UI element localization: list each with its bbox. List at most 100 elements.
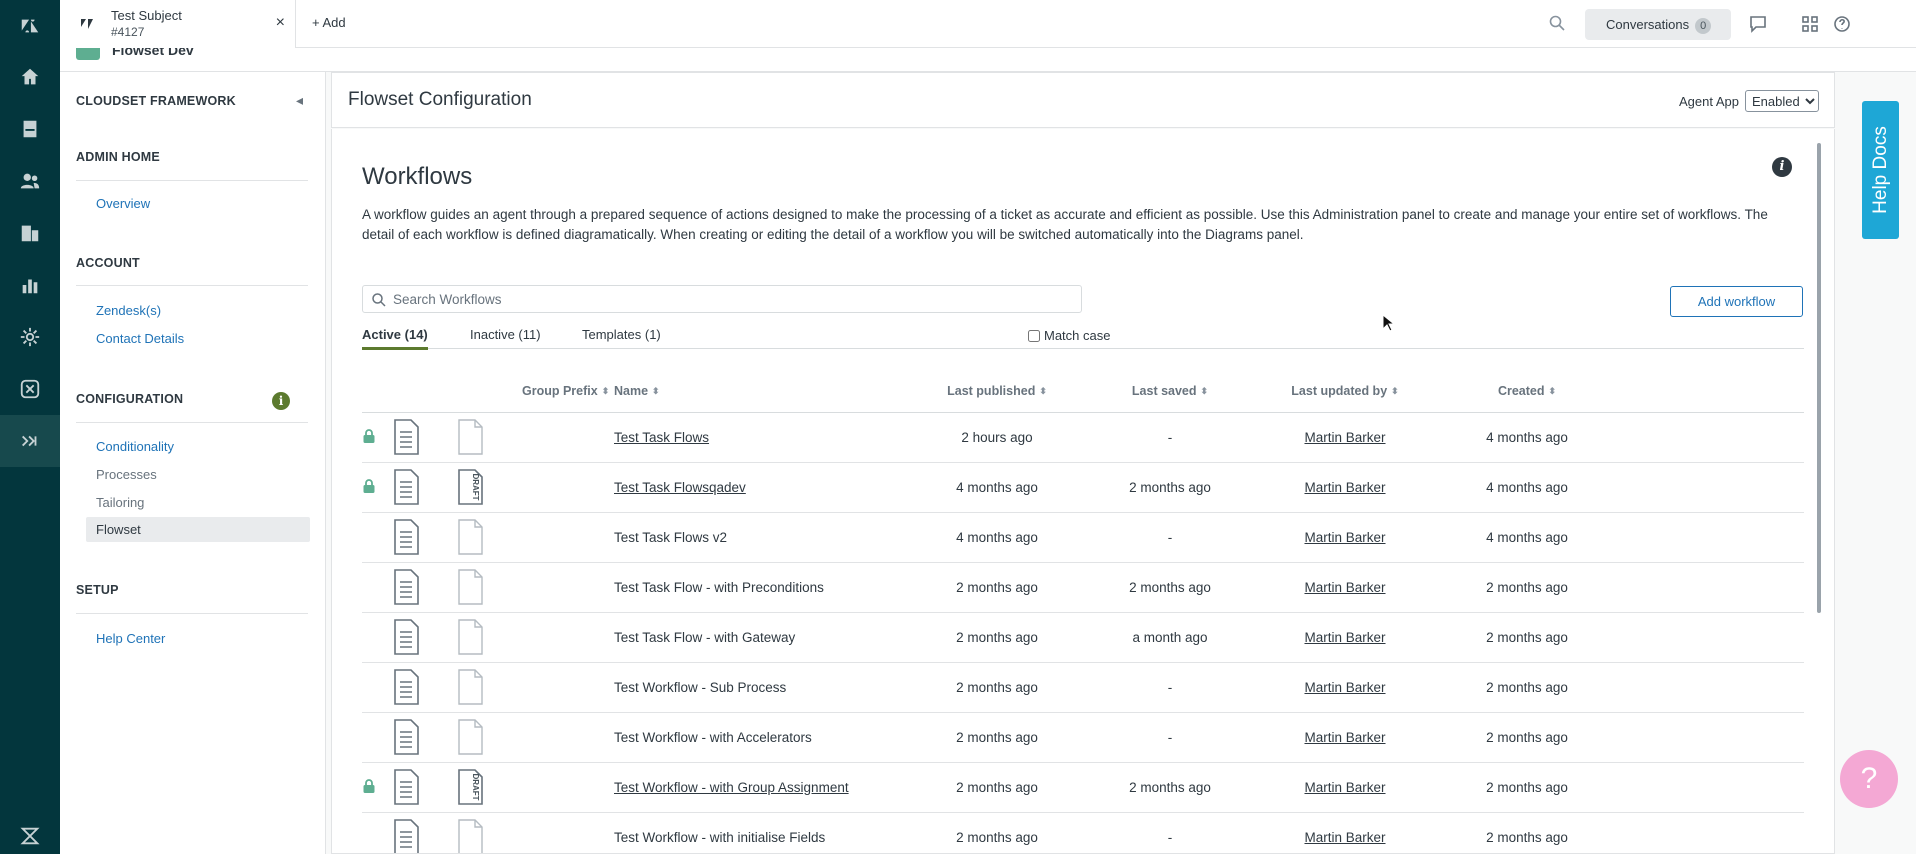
workflow-name[interactable]: Test Task Flowsqadev	[614, 480, 746, 495]
sidebar-item-tailoring[interactable]: Tailoring	[96, 495, 144, 510]
updated-by-link[interactable]: Martin Barker	[1304, 430, 1385, 445]
sidebar-item-help-center[interactable]: Help Center	[96, 631, 165, 646]
workflow-doc-icon[interactable]	[392, 712, 456, 763]
table-row[interactable]: Test Task Flows v2 4 months ago - Martin Ba…	[362, 512, 1804, 563]
agent-app-select[interactable]: Enabled	[1745, 90, 1819, 112]
workflow-doc-icon[interactable]	[392, 812, 456, 853]
updated-by-link[interactable]: Martin Barker	[1304, 680, 1385, 695]
home-icon[interactable]	[0, 51, 60, 103]
updated-by-link[interactable]: Martin Barker	[1304, 830, 1385, 845]
tab-templates[interactable]: Templates (1)	[582, 327, 661, 349]
column-last-published[interactable]: Last published ⬍	[904, 371, 1090, 413]
updated-by-link[interactable]: Martin Barker	[1304, 480, 1385, 495]
table-row[interactable]: Test Task Flow - with Gateway 2 months ag…	[362, 612, 1804, 663]
workflow-doc-icon[interactable]	[392, 612, 456, 663]
draft-doc-icon[interactable]: DRAFT	[456, 462, 522, 513]
help-button[interactable]: ?	[1840, 750, 1898, 808]
add-tab-button[interactable]: + Add	[312, 15, 346, 30]
draft-doc-icon[interactable]: DRAFT	[456, 762, 522, 813]
workflow-doc-icon[interactable]	[392, 512, 456, 563]
column-last-saved[interactable]: Last saved ⬍	[1090, 371, 1250, 413]
configuration-info-icon[interactable]: i	[272, 392, 290, 410]
sidebar-heading-setup: SETUP	[76, 583, 119, 597]
last-saved-cell: 2 months ago	[1090, 562, 1250, 613]
sidebar-item-zendesks[interactable]: Zendesk(s)	[96, 303, 161, 318]
column-group-prefix[interactable]: Group Prefix ⬍	[522, 371, 614, 413]
workflow-name[interactable]: Test Task Flow - with Preconditions	[614, 580, 824, 595]
apps-x-icon[interactable]	[0, 363, 60, 415]
customers-icon[interactable]	[0, 155, 60, 207]
apps-grid-icon[interactable]	[1798, 12, 1822, 36]
chat-icon[interactable]	[1746, 12, 1770, 36]
close-tab-icon[interactable]: ×	[276, 14, 285, 32]
column-created[interactable]: Created ⬍	[1440, 371, 1614, 413]
workflow-name-cell: Test Workflow - Sub Process	[614, 662, 904, 713]
workflow-name[interactable]: Test Task Flow - with Gateway	[614, 630, 795, 645]
workflow-name[interactable]: Test Workflow - with Accelerators	[614, 730, 812, 745]
updated-by-link[interactable]: Martin Barker	[1304, 780, 1385, 795]
reporting-icon[interactable]	[0, 259, 60, 311]
column-last-updated-by[interactable]: Last updated by ⬍	[1250, 371, 1440, 413]
blank-doc-icon[interactable]	[456, 412, 522, 463]
workflow-doc-icon[interactable]	[392, 562, 456, 613]
updated-by-link[interactable]: Martin Barker	[1304, 730, 1385, 745]
info-icon[interactable]: i	[1772, 157, 1792, 177]
search-icon[interactable]	[1548, 14, 1566, 32]
match-case-checkbox[interactable]	[1028, 329, 1040, 342]
tab-inactive[interactable]: Inactive (11)	[470, 327, 541, 349]
collapse-sidebar-icon[interactable]: ◂	[296, 92, 303, 109]
sidebar-item-contact-details[interactable]: Contact Details	[96, 331, 184, 346]
help-circle-icon[interactable]	[1830, 12, 1854, 36]
sidebar-item-flowset[interactable]: Flowset	[86, 517, 310, 542]
table-row[interactable]: DRAFT Test Workflow - with Group Assignme…	[362, 762, 1804, 813]
add-workflow-button[interactable]: Add workflow	[1670, 286, 1803, 317]
conversations-button[interactable]: Conversations 0	[1585, 9, 1731, 40]
updated-by-link[interactable]: Martin Barker	[1304, 530, 1385, 545]
views-icon[interactable]	[0, 103, 60, 155]
ticket-tab-title: Test Subject	[111, 8, 182, 23]
blank-doc-icon[interactable]	[456, 712, 522, 763]
group-prefix-cell	[522, 812, 614, 853]
column-name[interactable]: Name ⬍	[614, 371, 904, 413]
last-published-cell: 2 months ago	[904, 562, 1090, 613]
workflow-doc-icon[interactable]	[392, 662, 456, 713]
blank-doc-icon[interactable]	[456, 562, 522, 613]
updated-by-link[interactable]: Martin Barker	[1304, 580, 1385, 595]
table-row[interactable]: Test Workflow - with initialise Fields 2 …	[362, 812, 1804, 853]
zendesk-logo-icon[interactable]	[0, 0, 60, 52]
table-row[interactable]: Test Task Flow - with Preconditions 2 mon…	[362, 562, 1804, 613]
workflow-doc-icon[interactable]	[392, 762, 456, 813]
cloudset-app-icon[interactable]	[0, 415, 60, 467]
workflow-doc-icon[interactable]	[392, 412, 456, 463]
blank-doc-icon[interactable]	[456, 512, 522, 563]
lock-cell	[362, 462, 392, 513]
table-row[interactable]: Test Workflow - Sub Process 2 months ago -…	[362, 662, 1804, 713]
workflow-name[interactable]: Test Workflow - with Group Assignment	[614, 780, 849, 795]
tab-active[interactable]: Active (14)	[362, 327, 428, 350]
table-row[interactable]: Test Workflow - with Accelerators 2 month…	[362, 712, 1804, 763]
organizations-icon[interactable]	[0, 207, 60, 259]
match-case-toggle[interactable]: Match case	[1028, 328, 1110, 343]
table-row[interactable]: DRAFT Test Task Flowsqadev 4 months ago 2 m…	[362, 462, 1804, 513]
blank-doc-icon[interactable]	[456, 662, 522, 713]
admin-gear-icon[interactable]	[0, 311, 60, 363]
workflow-name[interactable]: Test Workflow - Sub Process	[614, 680, 786, 695]
workflow-doc-icon[interactable]	[392, 462, 456, 513]
updated-by-link[interactable]: Martin Barker	[1304, 630, 1385, 645]
sidebar-item-overview[interactable]: Overview	[96, 196, 150, 211]
sidebar-item-conditionality[interactable]: Conditionality	[96, 439, 174, 454]
workflow-name[interactable]: Test Task Flows v2	[614, 530, 727, 545]
workflow-name[interactable]: Test Workflow - with initialise Fields	[614, 830, 825, 845]
sidebar-item-processes[interactable]: Processes	[96, 467, 157, 482]
last-saved-cell: -	[1090, 412, 1250, 463]
search-workflows-input[interactable]	[393, 289, 1073, 309]
scrollbar[interactable]	[1817, 143, 1821, 613]
table-row[interactable]: Test Task Flows 2 hours ago - Martin Barker…	[362, 412, 1804, 463]
blank-doc-icon[interactable]	[456, 812, 522, 853]
ticket-tab[interactable]: Test Subject #4127 ×	[60, 0, 296, 48]
created-cell: 2 months ago	[1440, 762, 1614, 813]
workflow-name[interactable]: Test Task Flows	[614, 430, 709, 445]
zendesk-z-icon[interactable]	[0, 810, 60, 854]
help-docs-tab[interactable]: Help Docs	[1862, 101, 1899, 239]
blank-doc-icon[interactable]	[456, 612, 522, 663]
